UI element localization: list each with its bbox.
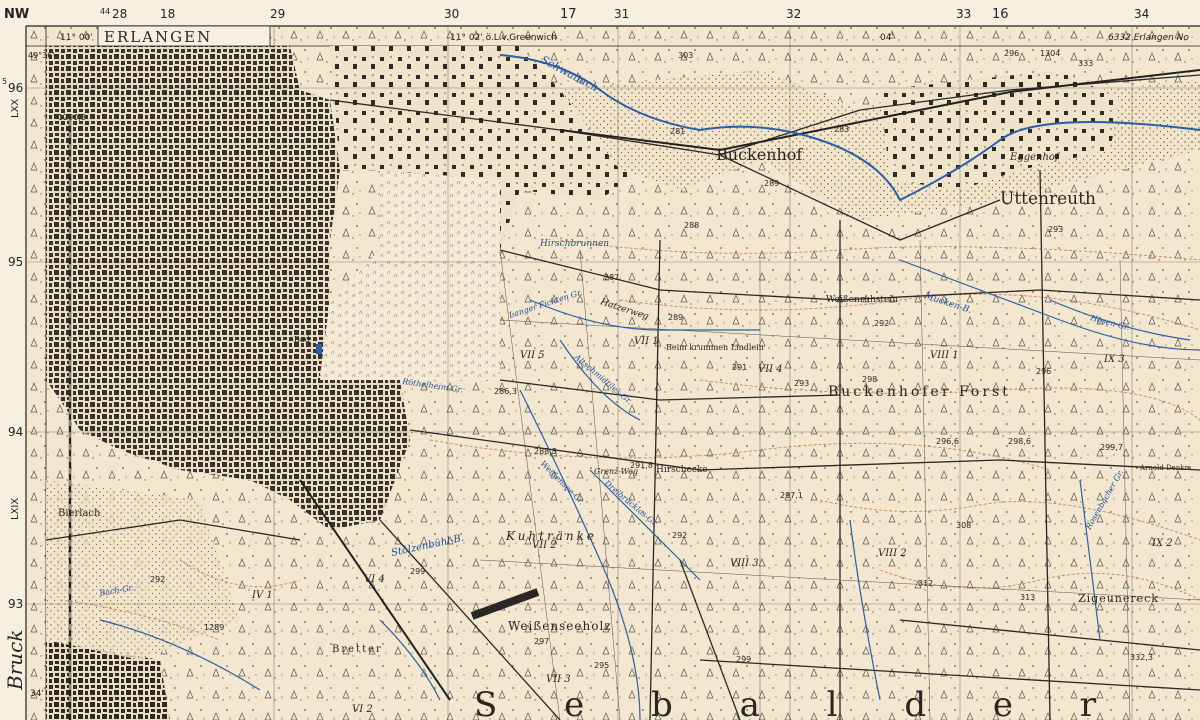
sheet-ref: 6332 Erlangen No [1108, 33, 1189, 43]
height-291: 291 [732, 363, 747, 372]
height-298: 298 [862, 375, 877, 384]
label-weissenruhstein: Weißenruhstein [826, 295, 898, 305]
section-viii2: VIII 2 [878, 548, 907, 559]
grid-label-18: 18 [160, 7, 175, 21]
height-296: 296 [1004, 49, 1019, 58]
label-bruck: Bruck [3, 630, 27, 691]
grid-label-lxix: LXIX [10, 498, 21, 520]
height-313: 313 [1020, 593, 1035, 602]
height-299b: 299 [736, 655, 751, 664]
label-buckenhof: Buckenhof [716, 145, 803, 164]
grid-label-44: 44 [100, 7, 110, 16]
label-sebalder: S e b a l d e r [474, 685, 1124, 720]
lat-top-left: 49°36' [28, 51, 55, 60]
grid-label-94: 94 [8, 425, 23, 439]
lat-bottom-left: 34' [30, 689, 44, 699]
label-bad: Bad [294, 335, 310, 344]
height-292c: 292 [150, 575, 165, 584]
height-292b: 292 [672, 531, 687, 540]
height-289a: 289 [764, 179, 779, 188]
height-1289: 1289 [204, 623, 224, 632]
section-ix3: IX 3 [1103, 354, 1125, 365]
label-arnold-denkm: Arnold Denkm [1139, 464, 1192, 472]
grid-label-93: 93 [8, 597, 23, 611]
label-bierlach: Bierlach [58, 508, 101, 519]
grid-label-31: 31 [614, 7, 629, 21]
height-2918: 291,8 [630, 461, 653, 470]
topographic-map: NW 44 28 18 29 30 17 31 32 33 16 34 11° … [0, 0, 1200, 720]
grid-label-95: 95 [8, 255, 23, 269]
label-bretter: Bretter [332, 644, 383, 655]
height-303: 303 [678, 51, 693, 60]
label-zigeunereck: Zigeunereck [1078, 592, 1159, 605]
height-281: 281 [670, 127, 685, 136]
top-margin [0, 0, 1200, 26]
section-vii2: VII 2 [532, 540, 557, 551]
label-weissenseeholz: Weißenseeholz [508, 619, 612, 633]
height-289b: 289 [668, 313, 683, 322]
grid-label-34: 34 [1134, 7, 1149, 21]
height-297: 297 [534, 637, 549, 646]
degree-top-left: 11° 00' [60, 33, 93, 43]
section-viii3: VIII 3 [730, 558, 759, 569]
label-eggenhof: Eggenhof [1009, 152, 1061, 163]
height-3323: 332,3 [1130, 653, 1153, 662]
section-vii5: VII 5 [520, 350, 545, 361]
section-viii1: VIII 1 [930, 350, 959, 361]
height-2986: 298,6 [1008, 437, 1031, 446]
grid-label-lxx: LXX [10, 99, 21, 118]
section-vi2: VI 2 [352, 704, 373, 715]
height-288: 288 [684, 221, 699, 230]
degree-mid: 11° 02' ö.L.v.Greenwich [450, 33, 557, 43]
height-2863: 286,3 [494, 387, 517, 396]
section-vii4: VII 4 [758, 364, 783, 375]
grid-label-28: 28 [112, 7, 127, 21]
grid-label-29: 29 [270, 7, 285, 21]
section-vii1: VII 1 [634, 336, 659, 347]
label-hirschbrunnen: Hirschbrunnen [539, 239, 609, 249]
label-hirschecke: Hirschecke [656, 465, 708, 475]
height-296b: 296 [1036, 367, 1051, 376]
corner-tag: NW [4, 7, 29, 22]
height-2966: 296,6 [936, 437, 959, 446]
label-erlangen: ERLANGEN [104, 28, 212, 46]
height-1290: 1290,3 [58, 113, 86, 122]
section-ix2: IX 2 [1151, 538, 1173, 549]
section-vii3: VII 3 [546, 674, 571, 685]
degree-right: 04' [880, 33, 894, 43]
height-2937: 299,7 [1100, 443, 1123, 452]
grid-label-30: 30 [444, 7, 459, 21]
height-292a: 292 [874, 319, 889, 328]
section-vi4: VI 4 [364, 574, 385, 585]
height-299a: 299 [410, 567, 425, 576]
grid-label-33: 33 [956, 7, 971, 21]
label-uttenreuth: Uttenreuth [1000, 189, 1096, 209]
height-2883: 288,3 [534, 447, 557, 456]
height-293a: 293 [1048, 225, 1063, 234]
grid-label-96: 96 [8, 81, 23, 95]
label-buckenhofer-forst: Buckenhofer Forst [828, 384, 1011, 400]
height-283: 283 [834, 125, 849, 134]
label-beim-krummen-lindlein: Beim krummen Lindlein [666, 343, 764, 352]
height-287: 287 [604, 273, 619, 282]
height-312: 312 [918, 579, 933, 588]
bath-pool [316, 344, 322, 354]
height-333: 333 [1078, 59, 1093, 68]
height-293b: 293 [794, 379, 809, 388]
grid-label-32: 32 [786, 7, 801, 21]
grid-label-16: 16 [992, 7, 1009, 22]
height-1304: 1304 [1040, 49, 1060, 58]
height-2971: 297,1 [780, 491, 803, 500]
lat-mark-left: 5 [2, 77, 7, 86]
height-2952: 295 [594, 661, 609, 670]
section-iv1: IV 1 [251, 590, 273, 601]
height-308: 308 [956, 521, 971, 530]
grid-label-17: 17 [560, 7, 577, 22]
